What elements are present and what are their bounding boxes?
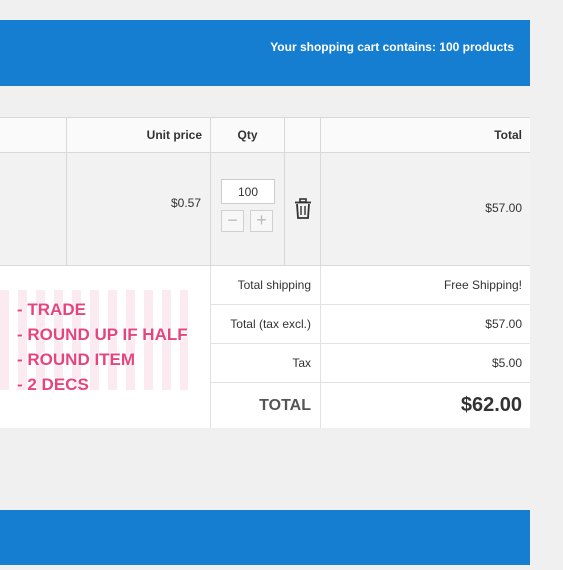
total-header-label: Total xyxy=(494,128,522,142)
item-total-cell: $57.00 xyxy=(321,153,530,266)
item-product-cell xyxy=(0,153,67,266)
increase-quantity-button[interactable]: + xyxy=(250,210,273,232)
header-delete xyxy=(285,118,321,153)
grand-total-value: $62.00 xyxy=(460,394,522,416)
decrease-quantity-button[interactable]: − xyxy=(221,210,244,232)
grand-total-label-cell: TOTAL xyxy=(211,383,321,428)
tax-label: Tax xyxy=(292,356,311,370)
total-tax-excl-label: Total (tax excl.) xyxy=(230,317,311,331)
quantity-input[interactable] xyxy=(221,179,275,204)
header-qty: Qty xyxy=(211,118,285,153)
annotation-line: - ROUND UP IF HALF xyxy=(17,325,188,344)
tax-value: $5.00 xyxy=(491,356,522,370)
tax-label-cell: Tax xyxy=(211,344,321,383)
annotation-line: - TRADE xyxy=(17,300,86,319)
qty-header-label: Qty xyxy=(237,128,258,142)
unit-price-header-label: Unit price xyxy=(146,128,202,142)
footer-banner xyxy=(0,510,530,565)
total-tax-excl-value: $57.00 xyxy=(485,317,522,331)
excl-value-cell: $57.00 xyxy=(321,305,530,344)
shipping-value-cell: Free Shipping! xyxy=(321,266,530,305)
grand-total-label: TOTAL xyxy=(259,396,311,414)
grand-total-value-cell: $62.00 xyxy=(321,383,530,428)
header-unit-price: Unit price xyxy=(67,118,211,153)
header-total: Total xyxy=(321,118,530,153)
item-total: $57.00 xyxy=(485,201,522,215)
cart-summary-message: Your shopping cart contains: 100 product… xyxy=(270,40,514,54)
tax-value-cell: $5.00 xyxy=(321,344,530,383)
item-delete-cell xyxy=(285,153,321,266)
item-unit-price: $0.57 xyxy=(170,196,201,210)
annotation-line: - 2 DECS xyxy=(17,375,89,394)
annotation-note: - TRADE - ROUND UP IF HALF - ROUND ITEM … xyxy=(0,290,210,394)
trash-icon[interactable] xyxy=(293,198,313,220)
header-product xyxy=(0,118,67,153)
excl-label-cell: Total (tax excl.) xyxy=(211,305,321,344)
cart-header-banner: Your shopping cart contains: 100 product… xyxy=(0,20,530,86)
shipping-value: Free Shipping! xyxy=(443,278,522,292)
item-qty-cell: − + xyxy=(211,153,285,266)
shipping-label-cell: Total shipping xyxy=(211,266,321,305)
shipping-label: Total shipping xyxy=(237,278,311,292)
item-unit-price-cell: $0.57 xyxy=(67,153,211,266)
annotation-line: - ROUND ITEM xyxy=(17,350,136,369)
